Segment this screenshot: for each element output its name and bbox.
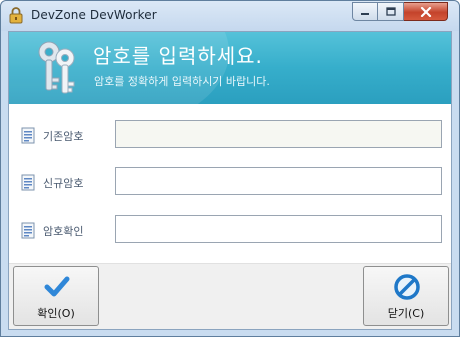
close-icon: [420, 6, 431, 17]
new-password-label: 신규암호: [43, 177, 84, 190]
button-bar: 확인(O) 닫기(C): [9, 263, 451, 329]
confirm-password-input[interactable]: [115, 215, 442, 243]
document-icon: [21, 127, 35, 144]
window-controls: [352, 2, 448, 21]
banner-title: 암호를 입력하세요.: [93, 44, 263, 68]
new-password-row: 신규암호: [9, 167, 451, 197]
close-window-button[interactable]: [404, 2, 448, 21]
close-button[interactable]: 닫기(C): [363, 266, 449, 326]
maximize-button[interactable]: [378, 2, 404, 21]
password-form: 기존암호 신규암호 암호확인: [9, 104, 451, 263]
title-bar[interactable]: DevZone DevWorker: [1, 1, 459, 31]
ok-button-label: 확인(O): [37, 307, 75, 320]
minimize-icon: [361, 12, 369, 15]
banner-subtitle: 암호를 정확하게 입력하시기 바랍니다.: [94, 75, 270, 88]
confirm-password-label: 암호확인: [43, 225, 84, 238]
maximize-icon: [385, 7, 396, 16]
document-icon: [21, 222, 35, 239]
minimize-button[interactable]: [352, 2, 378, 21]
window-title: DevZone DevWorker: [31, 8, 157, 22]
header-banner: 암호를 입력하세요. 암호를 정확하게 입력하시기 바랍니다.: [9, 32, 451, 104]
old-password-input[interactable]: [115, 120, 442, 148]
old-password-label: 기존암호: [43, 130, 84, 143]
confirm-password-row: 암호확인: [9, 215, 451, 245]
ok-button[interactable]: 확인(O): [13, 266, 99, 326]
lock-icon: [9, 7, 23, 24]
keys-icon: [38, 41, 75, 94]
old-password-row: 기존암호: [9, 120, 451, 150]
new-password-input[interactable]: [115, 167, 442, 195]
dialog-window: DevZone DevWorker 암호를 입력하세요. 암호를 정확하게 입력…: [0, 0, 460, 337]
checkmark-icon: [44, 276, 70, 297]
close-button-label: 닫기(C): [387, 307, 425, 320]
dialog-content: 암호를 입력하세요. 암호를 정확하게 입력하시기 바랍니다. 기존암호 신규암…: [8, 31, 452, 330]
document-icon: [21, 174, 35, 191]
cancel-icon: [394, 274, 420, 300]
